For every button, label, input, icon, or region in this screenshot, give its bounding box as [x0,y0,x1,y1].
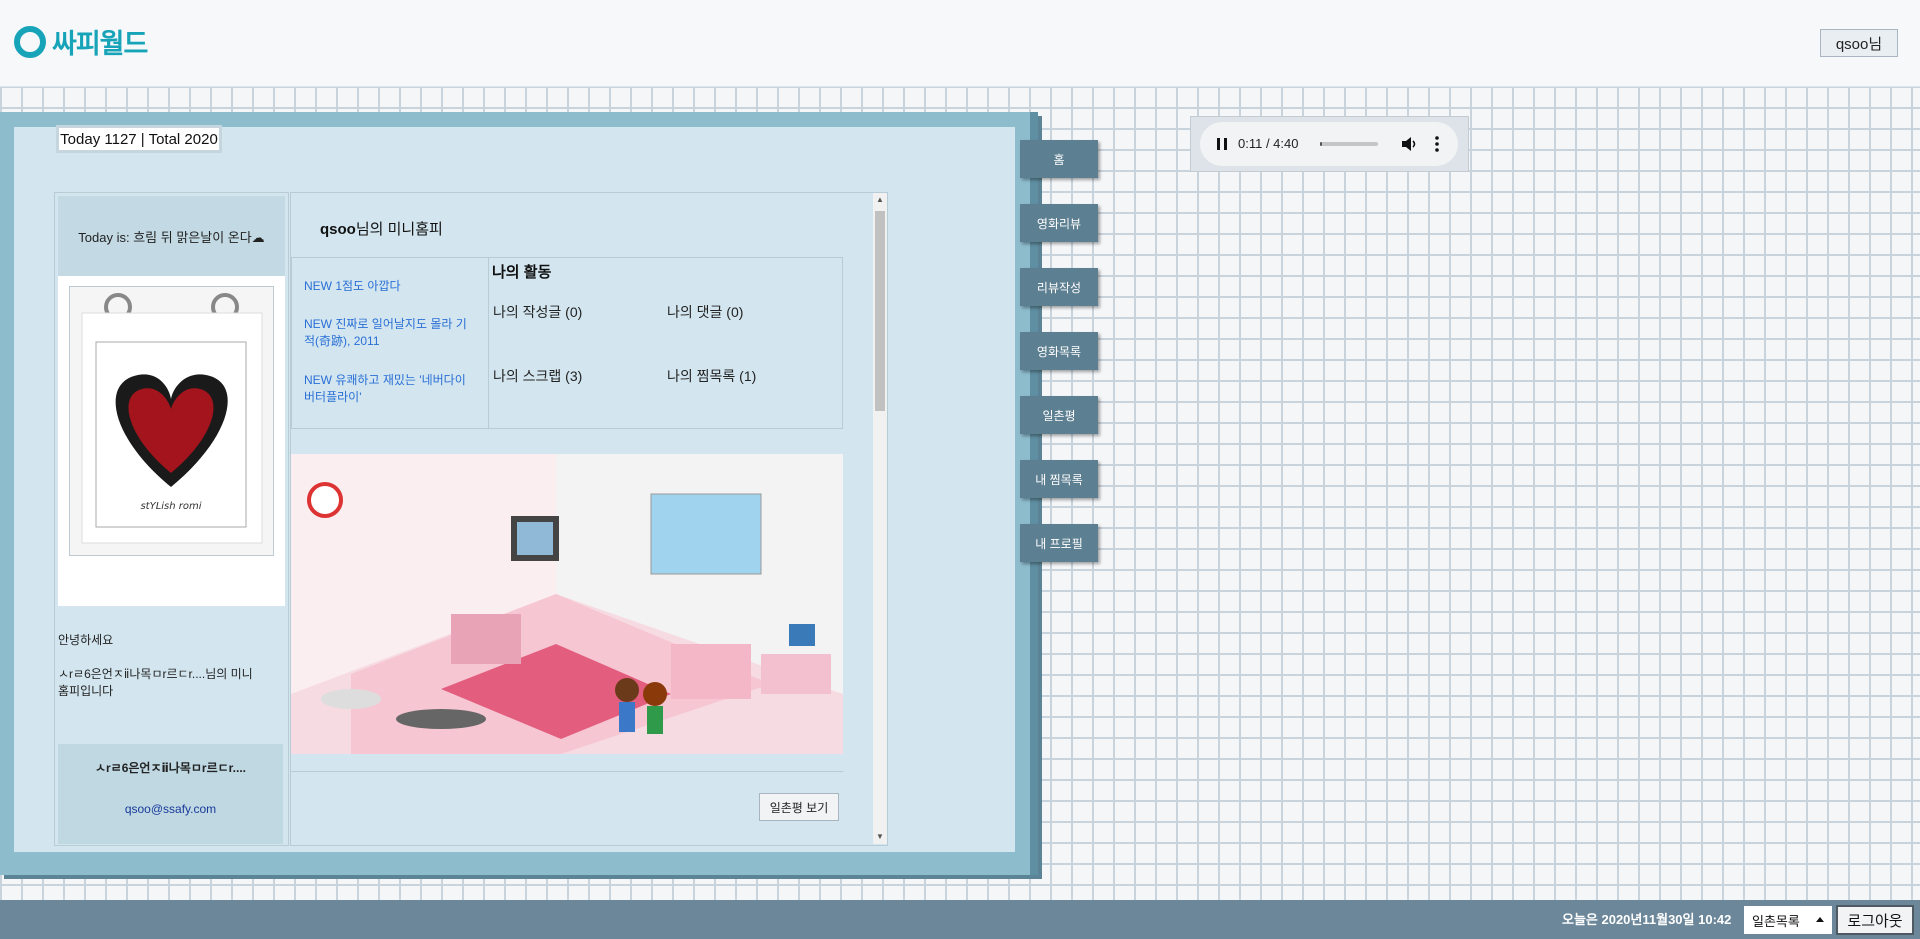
title-suffix: 님의 미니홈피 [355,221,443,238]
miniroom-image [291,454,843,754]
activity-title: 나의 활동 [492,264,552,281]
news-item[interactable]: NEW 유쾌하고 재밌는 '네버다이 버터플라이' [304,372,474,406]
page-title: qsoo님의 미니홈피 [320,218,443,239]
nav-home[interactable]: 홈 [1020,140,1098,178]
logo-ring-icon [14,25,46,58]
svg-text:stYLish romi: stYLish romi [140,501,201,512]
profile-name: ㅅrㄹ6은언ㅈⅱ나목ㅁr르ㄷr.... [94,761,247,775]
pause-icon[interactable] [1214,136,1230,152]
scrollbar[interactable]: ▲ ▼ [873,193,887,844]
my-scraps-link[interactable]: 나의 스크랩 (3) [493,366,582,386]
footer: 오늘은 2020년11월30일 10:42 [0,900,1920,939]
caret-up-icon [1816,917,1824,922]
nav-my-profile[interactable]: 내 프로필 [1020,524,1098,562]
nav-movie-review[interactable]: 영화리뷰 [1020,204,1098,242]
news-divider [488,257,489,429]
nav-write-review[interactable]: 리뷰작성 [1020,268,1098,306]
user-button[interactable]: qsoo님 [1820,29,1898,57]
profile-box: ㅅrㄹ6은언ㅈⅱ나목ㅁr르ㄷr.... qsoo@ssafy.com [58,744,283,844]
nav-movie-list[interactable]: 영화목록 [1020,332,1098,370]
playback-time: 0:11 / 4:40 [1238,136,1299,151]
logout-button[interactable]: 로그아웃 [1836,905,1914,935]
audio-player[interactable]: 0:11 / 4:40 [1200,122,1458,166]
intro-line: ㅅrㄹ6은언ㅈⅱ나목ㅁr르ㄷr....님의 미니홈피입니다 [58,667,253,698]
greeting: 안녕하세요 [58,633,114,647]
my-comments-link[interactable]: 나의 댓글 (0) [667,302,743,322]
more-vert-icon[interactable] [1434,135,1440,153]
my-wishlist-link[interactable]: 나의 찜목록 (1) [667,366,756,386]
logo-text: 싸피월드 [52,29,148,60]
scroll-thumb[interactable] [875,211,885,411]
news-item[interactable]: NEW 1점도 아깝다 [304,278,474,295]
news-item[interactable]: NEW 진짜로 일어날지도 몰라 기적(奇跡), 2011 [304,316,474,350]
today-mood: Today is: 흐림 뒤 맑은날이 온다☁ [58,196,285,276]
nav-ilchon-review[interactable]: 일촌평 [1020,396,1098,434]
intro-text: 안녕하세요 ㅅrㄹ6은언ㅈⅱ나목ㅁr르ㄷr....님의 미니홈피입니다 [58,632,258,700]
footer-date: 오늘은 2020년11월30일 10:42 [1562,912,1732,927]
review-view-button[interactable]: 일촌평 보기 [759,793,839,821]
scroll-up-icon[interactable]: ▲ [873,193,887,207]
divider [291,771,843,772]
visitor-counter: Today 1127 | Total 2020 [56,125,222,153]
owner-name: qsoo [320,221,356,238]
profile-email[interactable]: qsoo@ssafy.com [58,802,283,816]
nav-my-wishlist[interactable]: 내 찜목록 [1020,460,1098,498]
ilchon-select[interactable]: 일촌목록 [1744,906,1832,934]
ilchon-select-value: 일촌목록 [1752,913,1800,929]
profile-image: stYLish romi [69,286,274,556]
scroll-down-icon[interactable]: ▼ [873,830,887,844]
my-posts-link[interactable]: 나의 작성글 (0) [493,302,582,322]
progress-bar[interactable] [1320,142,1378,146]
progress-fill [1320,142,1323,146]
logo[interactable]: 싸피월드 [14,22,148,61]
volume-icon[interactable] [1400,135,1418,153]
header: 싸피월드 qsoo님 [0,0,1920,87]
